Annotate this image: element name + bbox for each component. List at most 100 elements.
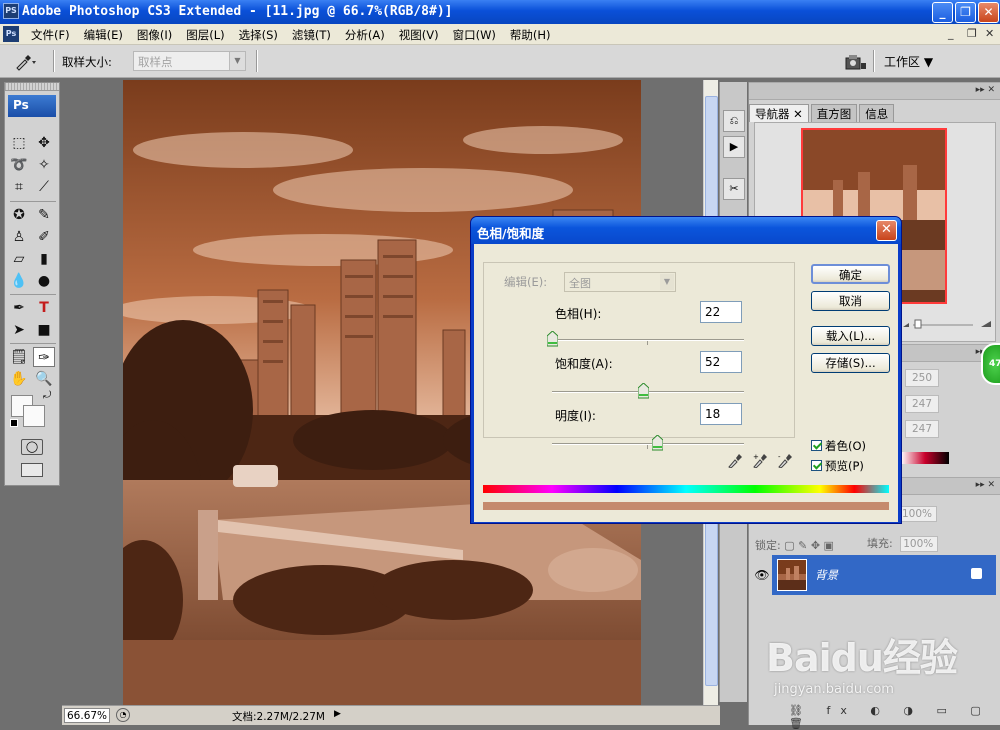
lasso-tool-icon[interactable]: ➰ (8, 155, 30, 175)
opacity-field[interactable]: 100% (899, 506, 937, 522)
status-menu-icon[interactable]: ◔ (116, 708, 130, 722)
menu-window[interactable]: 窗口(W) (446, 27, 503, 43)
lightness-slider-track[interactable] (552, 443, 744, 445)
save-button[interactable]: 存储(S)... (811, 353, 890, 373)
type-tool-icon[interactable]: T (33, 298, 55, 318)
shape-tool-icon[interactable]: ■ (33, 320, 55, 340)
minimize-button[interactable]: _ (932, 2, 953, 23)
clone-stamp-icon[interactable]: ♙ (8, 227, 30, 247)
navigator-zoom-slider[interactable] (903, 319, 993, 329)
eyedropper-plus-icon[interactable]: + (753, 452, 767, 468)
menu-bar: Ps 文件(F) 编辑(E) 图像(I) 图层(L) 选择(S) 滤镜(T) 分… (0, 24, 1000, 45)
hand-tool-icon[interactable]: ✋ (8, 369, 30, 389)
lightness-input[interactable]: 18 (700, 403, 742, 425)
dialog-close-button[interactable]: ✕ (876, 220, 897, 241)
navigator-panel-header[interactable]: ▸▸ ✕ (749, 82, 1000, 100)
toolbox-logo[interactable]: Ps (8, 95, 56, 117)
tool-presets-icon[interactable]: ✂ (723, 178, 745, 200)
close-button[interactable]: ✕ (978, 2, 999, 23)
tab-navigator[interactable]: 导航器 ✕ (749, 104, 809, 122)
lock-label: 锁定: (755, 539, 781, 552)
zoom-tool-icon[interactable]: 🔍 (33, 369, 55, 389)
actions-panel-icon[interactable]: ▶ (723, 136, 745, 158)
tab-navigator-label: 导航器 (755, 107, 790, 121)
history-brush-icon[interactable]: ✐ (33, 227, 55, 247)
options-separator (256, 50, 258, 72)
eye-icon[interactable]: 👁 (752, 555, 772, 595)
toolbox-separator (10, 343, 56, 344)
dialog-title[interactable]: 色相/饱和度 (471, 217, 901, 244)
quick-mask-icon[interactable]: ◯ (21, 439, 43, 455)
menu-help[interactable]: 帮助(H) (503, 27, 558, 43)
menu-layer[interactable]: 图层(L) (179, 27, 231, 43)
eyedropper-icon[interactable] (14, 53, 36, 71)
history-panel-icon[interactable]: ⎌ (723, 110, 745, 132)
colorize-checkbox[interactable]: 着色(O) (811, 438, 866, 454)
swap-colors-icon[interactable]: ⤾ (43, 390, 51, 401)
menu-filter[interactable]: 滤镜(T) (285, 27, 338, 43)
info-value-2: 247 (905, 395, 939, 413)
healing-brush-icon[interactable]: ✪ (8, 205, 30, 225)
fill-label: 填充: (867, 537, 893, 550)
tab-histogram[interactable]: 直方图 (810, 104, 858, 122)
document-icon[interactable]: Ps (3, 26, 19, 42)
tab-info[interactable]: 信息 (859, 104, 895, 122)
menu-edit[interactable]: 编辑(E) (77, 27, 130, 43)
hue-label: 色相(H): (555, 307, 602, 321)
load-button[interactable]: 载入(L)... (811, 326, 890, 346)
color-ramp[interactable] (901, 452, 949, 464)
fill-field[interactable]: 100% (900, 536, 939, 552)
saturation-slider-thumb[interactable] (638, 383, 649, 399)
move-tool-icon[interactable]: ✥ (33, 133, 55, 153)
hue-slider-thumb[interactable] (547, 331, 558, 347)
doc-minimize-button[interactable]: _ (948, 27, 954, 40)
doc-restore-button[interactable]: ❐ (967, 27, 977, 40)
menu-image[interactable]: 图像(I) (130, 27, 179, 43)
menu-view[interactable]: 视图(V) (392, 27, 446, 43)
crop-tool-icon[interactable]: ⌗ (8, 177, 30, 197)
slice-tool-icon[interactable]: ⟋ (33, 177, 55, 197)
menu-analysis[interactable]: 分析(A) (338, 27, 392, 43)
screen-mode-icon[interactable] (21, 463, 43, 477)
background-color-swatch[interactable] (23, 405, 45, 427)
hue-input[interactable]: 22 (700, 301, 742, 323)
saturation-input[interactable]: 52 (700, 351, 742, 373)
notes-tool-icon[interactable]: 🗒 (8, 347, 30, 367)
options-bar: 取样大小: 取样点 ▼ 工作区 ▼ (0, 45, 1000, 78)
layer-row-background[interactable]: 👁 背景 (752, 555, 996, 595)
lightness-slider-thumb[interactable] (652, 435, 663, 451)
blur-tool-icon[interactable]: 💧 (8, 271, 30, 291)
path-selection-icon[interactable]: ➤ (8, 320, 30, 340)
magic-wand-icon[interactable]: ✧ (33, 155, 55, 175)
eyedropper-icon[interactable] (728, 452, 742, 468)
preview-checkbox[interactable]: 预览(P) (811, 458, 864, 474)
cancel-button[interactable]: 取消 (811, 291, 890, 311)
menu-select[interactable]: 选择(S) (232, 27, 285, 43)
lock-icons[interactable]: ▢ ✎ ✥ ▣ (784, 539, 834, 552)
ok-button[interactable]: 确定 (811, 264, 890, 284)
toolbox-grip[interactable] (5, 83, 59, 91)
pen-tool-icon[interactable]: ✒ (8, 298, 30, 318)
marquee-tool-icon[interactable]: ⬚ (8, 133, 30, 153)
colorize-check-icon (811, 440, 822, 451)
menu-file[interactable]: 文件(F) (24, 27, 77, 43)
hue-slider-track[interactable] (552, 339, 744, 341)
eyedropper-minus-icon[interactable]: - (778, 452, 792, 468)
zoom-field[interactable]: 66.67% (64, 708, 110, 723)
toolbox-separator (10, 201, 56, 202)
gradient-tool-icon[interactable]: ▮ (33, 249, 55, 269)
sample-size-dropdown[interactable]: 取样点 ▼ (133, 51, 246, 71)
eyedropper-tool-icon[interactable]: ✑ (33, 347, 55, 367)
brush-tool-icon[interactable]: ✎ (33, 205, 55, 225)
status-badge[interactable]: 47 (981, 343, 1000, 385)
doc-close-button[interactable]: ✕ (985, 27, 994, 40)
workspace-menu[interactable]: 工作区 ▼ (884, 53, 933, 70)
tab-close-icon[interactable]: ✕ (793, 107, 803, 121)
dodge-tool-icon[interactable]: ● (33, 271, 55, 291)
maximize-button[interactable]: ❐ (955, 2, 976, 23)
eraser-tool-icon[interactable]: ▱ (8, 249, 30, 269)
window-titlebar: PS Adobe Photoshop CS3 Extended - [11.jp… (0, 0, 1000, 24)
default-colors-icon[interactable] (10, 419, 18, 427)
bridge-icon[interactable] (842, 53, 868, 71)
status-arrow-icon[interactable]: ▶ (334, 709, 341, 719)
